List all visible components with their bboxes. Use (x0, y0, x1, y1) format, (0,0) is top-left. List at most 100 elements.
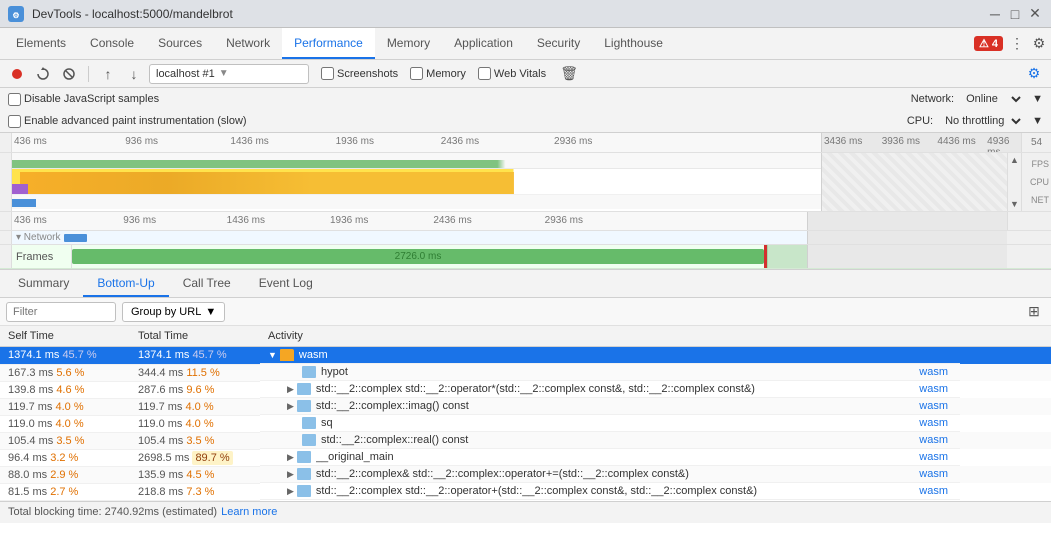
scroll-up-btn[interactable]: ▲ (1008, 153, 1021, 167)
file-icon (297, 451, 311, 463)
scroll-down-btn[interactable]: ▼ (1008, 197, 1021, 211)
tab-memory[interactable]: Memory (375, 28, 442, 59)
nav-more-btn[interactable]: ⚙ (1031, 36, 1047, 52)
activity-text: std::__2::complex& std::__2::complex::op… (316, 468, 908, 480)
options-row-1: Disable JavaScript samples Network: Onli… (0, 88, 1051, 110)
file-icon (297, 383, 311, 395)
table-row[interactable]: 167.3 ms 5.6 %344.4 ms 11.5 %hypotwasm (0, 364, 1051, 381)
table-row[interactable]: 81.5 ms 2.7 %218.8 ms 7.3 %▶std::__2::co… (0, 483, 1051, 500)
tree-arrow[interactable]: ▶ (287, 486, 294, 497)
scroll-controls: ▲ ▼ (1007, 153, 1021, 211)
learn-more-link[interactable]: Learn more (221, 506, 277, 518)
tree-arrow[interactable]: ▶ (287, 469, 294, 480)
webvitals-checkbox[interactable]: Web Vitals (478, 67, 546, 80)
tab-call-tree[interactable]: Call Tree (169, 270, 245, 297)
activity-text: std::__2::complex::imag() const (316, 400, 908, 412)
disable-js-checkbox[interactable]: Disable JavaScript samples (8, 93, 159, 106)
group-by-url-btn[interactable]: Group by URL ▼ (122, 302, 225, 322)
file-icon (302, 417, 316, 429)
wasm-link[interactable]: wasm (911, 434, 952, 446)
fps-track (12, 153, 821, 169)
frame-time: 2726.0 ms (395, 251, 442, 262)
tab-console[interactable]: Console (78, 28, 146, 59)
self-time-cell: 81.5 ms 2.7 % (0, 483, 130, 500)
tab-security[interactable]: Security (525, 28, 592, 59)
perf-settings-btn[interactable]: ⚙ (1023, 63, 1045, 85)
tab-elements[interactable]: Elements (4, 28, 78, 59)
col-total-time[interactable]: Total Time (130, 326, 260, 347)
activity-text: __original_main (316, 451, 908, 463)
bottom-tabs: Summary Bottom-Up Call Tree Event Log (0, 270, 1051, 298)
refresh-record-btn[interactable] (32, 63, 54, 85)
self-time-cell: 119.7 ms 4.0 % (0, 398, 130, 415)
tab-lighthouse[interactable]: Lighthouse (592, 28, 675, 59)
wasm-link[interactable]: wasm (911, 383, 952, 395)
svg-text:⚙: ⚙ (12, 11, 19, 20)
close-button[interactable]: ✕ (1027, 6, 1043, 22)
screenshots-checkbox[interactable]: Screenshots (321, 67, 398, 80)
window-title: DevTools - localhost:5000/mandelbrot (32, 7, 979, 21)
wasm-link[interactable]: wasm (911, 485, 952, 497)
file-icon (302, 434, 316, 446)
window-controls: ─ □ ✕ (987, 6, 1043, 22)
tab-event-log[interactable]: Event Log (245, 270, 327, 297)
ruler-mark-r2: 4436 ms (937, 136, 975, 147)
filter-input[interactable] (6, 302, 116, 322)
main-nav: Elements Console Sources Network Perform… (0, 28, 1051, 60)
network-throttle-select[interactable]: Online Fast 3G Slow 3G (962, 92, 1024, 106)
tree-arrow[interactable]: ▼ (268, 350, 277, 360)
wasm-link[interactable]: wasm (911, 468, 952, 480)
tab-summary[interactable]: Summary (4, 270, 83, 297)
ruler-mark-r1: 3936 ms (882, 136, 920, 147)
wasm-link[interactable]: wasm (911, 400, 952, 412)
group-by-label: Group by URL (131, 306, 201, 318)
download-btn[interactable]: ↓ (123, 63, 145, 85)
table-row[interactable]: 139.8 ms 4.6 %287.6 ms 9.6 %▶std::__2::c… (0, 381, 1051, 398)
activity-text: std::__2::complex::real() const (321, 434, 908, 446)
tab-performance[interactable]: Performance (282, 28, 375, 59)
ruler-mark-r0: 3436 ms (824, 136, 862, 147)
total-time-cell: 105.4 ms 3.5 % (130, 432, 260, 449)
tree-arrow[interactable]: ▶ (287, 452, 294, 463)
tab-bottom-up[interactable]: Bottom-Up (83, 270, 168, 297)
upload-btn[interactable]: ↑ (97, 63, 119, 85)
total-time-cell: 2698.5 ms 89.7 % (130, 449, 260, 466)
tree-arrow[interactable]: ▶ (287, 384, 294, 395)
url-dropdown[interactable]: ▼ (219, 68, 229, 79)
clear-recordings-btn[interactable]: 🗑 (558, 63, 580, 85)
tab-network[interactable]: Network (214, 28, 282, 59)
self-time-cell: 1374.1 ms 45.7 % (0, 347, 130, 365)
toolbar: ↑ ↓ localhost #1 ▼ Screenshots Memory We… (0, 60, 1051, 88)
advanced-paint-checkbox[interactable]: Enable advanced paint instrumentation (s… (8, 115, 247, 128)
maximize-button[interactable]: □ (1007, 6, 1023, 22)
table-row[interactable]: 96.4 ms 3.2 %2698.5 ms 89.7 %▶__original… (0, 449, 1051, 466)
wasm-link[interactable]: wasm (911, 366, 952, 378)
url-text: localhost #1 (156, 68, 215, 80)
nav-settings-btn[interactable]: ⋮ (1009, 36, 1025, 52)
wasm-link[interactable]: wasm (911, 417, 952, 429)
col-self-time[interactable]: Self Time (0, 326, 130, 347)
table-row[interactable]: 105.4 ms 3.5 %105.4 ms 3.5 %std::__2::co… (0, 432, 1051, 449)
col-activity[interactable]: Activity (260, 326, 1051, 347)
table-row[interactable]: 119.0 ms 4.0 %119.0 ms 4.0 %sqwasm (0, 415, 1051, 432)
wasm-link[interactable]: wasm (911, 451, 952, 463)
tree-arrow[interactable]: ▶ (287, 401, 294, 412)
activity-cell: sqwasm (260, 415, 960, 432)
cpu-throttle-select[interactable]: No throttling 4x slowdown 6x slowdown (941, 114, 1024, 128)
filter-row: Group by URL ▼ ⊞ (0, 298, 1051, 326)
tab-application[interactable]: Application (442, 28, 525, 59)
performance-table: Self Time Total Time Activity 1374.1 ms … (0, 326, 1051, 501)
minimize-button[interactable]: ─ (987, 6, 1003, 22)
filter-expand-btn[interactable]: ⊞ (1023, 301, 1045, 323)
table-row[interactable]: 88.0 ms 2.9 %135.9 ms 4.5 %▶std::__2::co… (0, 466, 1051, 483)
record-btn[interactable] (6, 63, 28, 85)
activity-text: sq (321, 417, 908, 429)
table-row[interactable]: 119.7 ms 4.0 %119.7 ms 4.0 %▶std::__2::c… (0, 398, 1051, 415)
memory-checkbox[interactable]: Memory (410, 67, 466, 80)
tab-sources[interactable]: Sources (146, 28, 214, 59)
error-badge[interactable]: ⚠ 4 (974, 36, 1003, 51)
table-row[interactable]: 1374.1 ms 45.7 %1374.1 ms 45.7 %▼wasm (0, 347, 1051, 365)
clear-btn[interactable] (58, 63, 80, 85)
url-bar: localhost #1 ▼ (149, 64, 309, 84)
timeline-ruler-top: 436 ms 936 ms 1436 ms 1936 ms 2436 ms 29… (0, 133, 1051, 153)
